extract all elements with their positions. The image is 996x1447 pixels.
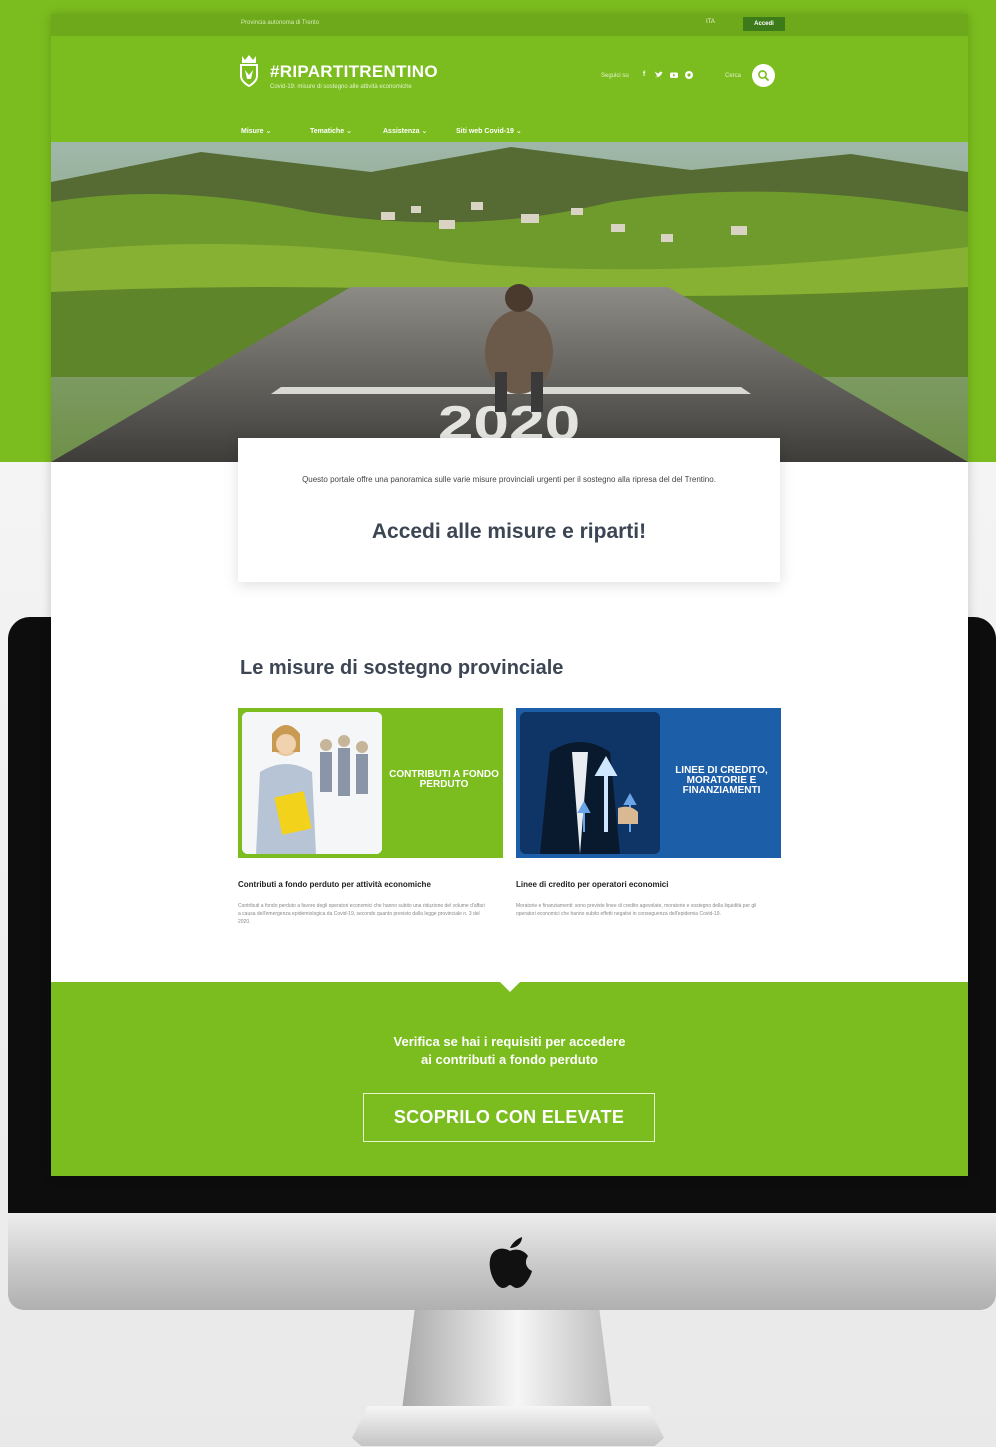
twitter-icon[interactable] (654, 70, 664, 80)
card-image-contributi[interactable]: CONTRIBUTI A FONDO PERDUTO (238, 708, 503, 858)
cta-button[interactable]: SCOPRILO CON ELEVATE (363, 1093, 655, 1142)
site-title[interactable]: #RIPARTITRENTINO (270, 62, 438, 82)
cta-line-2: ai contributi a fondo perduto (421, 1052, 598, 1067)
crest-icon (240, 55, 258, 88)
intro-heading: Accedi alle misure e riparti! (371, 520, 647, 543)
instagram-icon[interactable] (684, 70, 694, 80)
card-title-contributi[interactable]: Contributi a fondo perduto per attività … (238, 880, 431, 889)
card-image-label: LINEE DI CREDITO, MORATORIE E FINANZIAME… (675, 765, 768, 796)
nav-item-tematiche[interactable]: Tematiche ⌄ (310, 127, 352, 135)
card-image-label: CONTRIBUTI A FONDO PERDUTO (389, 769, 499, 790)
site-subtitle: Covid-19: misure di sostegno alle attivi… (270, 84, 412, 90)
youtube-icon[interactable] (669, 70, 679, 80)
card-description: Moratorie e finanziamenti: sono previste… (516, 903, 757, 917)
facebook-icon[interactable]: f (639, 70, 649, 80)
website-page: Provincia autonoma di Trento ITA Accedi … (51, 14, 968, 1176)
chevron-down-icon: ⌄ (421, 128, 428, 135)
nav-item-misure[interactable]: Misure ⌄ (241, 127, 271, 135)
card-photo (242, 712, 382, 854)
access-button[interactable]: Accedi (743, 17, 785, 31)
cta-line-1: Verifica se hai i requisiti per accedere (393, 1034, 626, 1049)
cta-notch (499, 981, 521, 992)
language-selector[interactable]: ITA (706, 19, 715, 25)
top-bar-text[interactable]: Provincia autonoma di Trento (241, 20, 319, 26)
intro-text: Questo portale offre una panoramica sull… (302, 475, 716, 484)
nav-item-assistenza[interactable]: Assistenza ⌄ (383, 127, 427, 135)
monitor-stand (402, 1310, 612, 1410)
site-header: #RIPARTITRENTINO Covid-19: misure di sos… (51, 36, 968, 142)
apple-logo-icon (489, 1237, 532, 1288)
search-button[interactable] (752, 64, 775, 87)
search-icon (758, 70, 769, 81)
section-title: Le misure di sostegno provinciale (240, 657, 564, 679)
card-title-linee-credito[interactable]: Linee di credito per operatori economici (516, 880, 668, 889)
search-label: Cerca (725, 73, 742, 79)
top-bar: Provincia autonoma di Trento ITA Accedi (51, 14, 968, 36)
cta-text: Verifica se hai i requisiti per accedere… (51, 1033, 968, 1069)
chevron-down-icon: ⌄ (265, 128, 272, 135)
card-image-linee-credito[interactable]: LINEE DI CREDITO, MORATORIE E FINANZIAME… (516, 708, 781, 858)
social-label: Seguici su (601, 73, 629, 79)
card-photo (520, 712, 660, 854)
card-description: Contributi a fondo perduto a favore degl… (238, 903, 485, 925)
hero-image: 2020 (51, 142, 968, 462)
monitor-stand-base (352, 1406, 664, 1446)
intro-card: Questo portale offre una panoramica sull… (238, 438, 780, 582)
nav-item-siti-web[interactable]: Siti web Covid-19 ⌄ (456, 127, 522, 135)
cta-section: Verifica se hai i requisiti per accedere… (51, 981, 968, 1176)
chevron-down-icon: ⌄ (346, 128, 352, 135)
chevron-down-icon: ⌄ (515, 128, 522, 135)
